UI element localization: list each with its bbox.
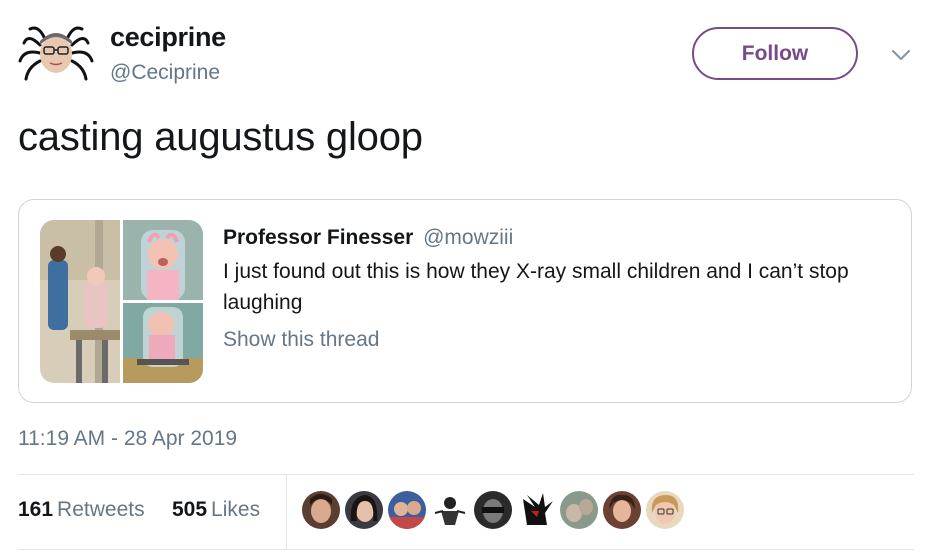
likes-stat[interactable]: 505 Likes [172,498,260,522]
quoted-tweet-display-name[interactable]: Professor Finesser [223,226,413,249]
follow-button[interactable]: Follow [692,27,858,80]
liker-avatar[interactable] [345,491,383,529]
tweet-timestamp[interactable]: 11:19 AM - 28 Apr 2019 [18,427,237,451]
divider [18,474,914,475]
author-handle[interactable]: @Ceciprine [110,61,220,85]
author-display-name[interactable]: ceciprine [110,22,226,53]
avatar-photo-icon [388,491,426,529]
chevron-down-icon[interactable] [888,45,914,65]
retweets-count: 161 [18,498,54,521]
author-avatar[interactable] [18,23,94,83]
liker-avatar[interactable] [431,491,469,529]
quoted-tweet-handle[interactable]: @mowziii [423,226,513,249]
retweets-stat[interactable]: 161 Retweets [18,498,145,522]
quoted-tweet-author[interactable]: Professor Finesser @mowziii [223,226,513,250]
liker-avatar[interactable] [302,491,340,529]
liker-avatars [302,491,684,531]
avatar-photo-icon [345,491,383,529]
quoted-tweet-text: I just found out this is how they X-ray … [223,260,849,314]
media-photo-baby-chair [123,303,203,383]
media-photo-baby-tube [123,220,203,300]
avatar-cartoon-icon [431,491,469,529]
retweets-label: Retweets [57,498,145,521]
liker-avatar[interactable] [517,491,555,529]
show-thread-link[interactable]: Show this thread [223,328,379,352]
liker-avatar[interactable] [560,491,598,529]
avatar-photo-icon [302,491,340,529]
quoted-tweet-card[interactable]: Professor Finesser @mowziii I just found… [18,199,912,403]
quoted-tweet-media[interactable] [40,220,203,383]
stats-divider [286,475,287,549]
tweet-text: casting augustus gloop [18,115,423,159]
liker-avatar[interactable] [646,491,684,529]
spider-avatar-icon [18,26,94,81]
avatar-photo-icon [603,491,641,529]
avatar-photo-icon [560,491,598,529]
avatar-cartoon-icon [517,491,555,529]
avatar-photo-icon [646,491,684,529]
liker-avatar[interactable] [388,491,426,529]
divider [18,549,914,550]
avatar-photo-icon [474,491,512,529]
liker-avatar[interactable] [603,491,641,529]
likes-count: 505 [172,498,208,521]
media-photo-xray-room [40,220,120,383]
likes-label: Likes [211,498,261,521]
liker-avatar[interactable] [474,491,512,529]
